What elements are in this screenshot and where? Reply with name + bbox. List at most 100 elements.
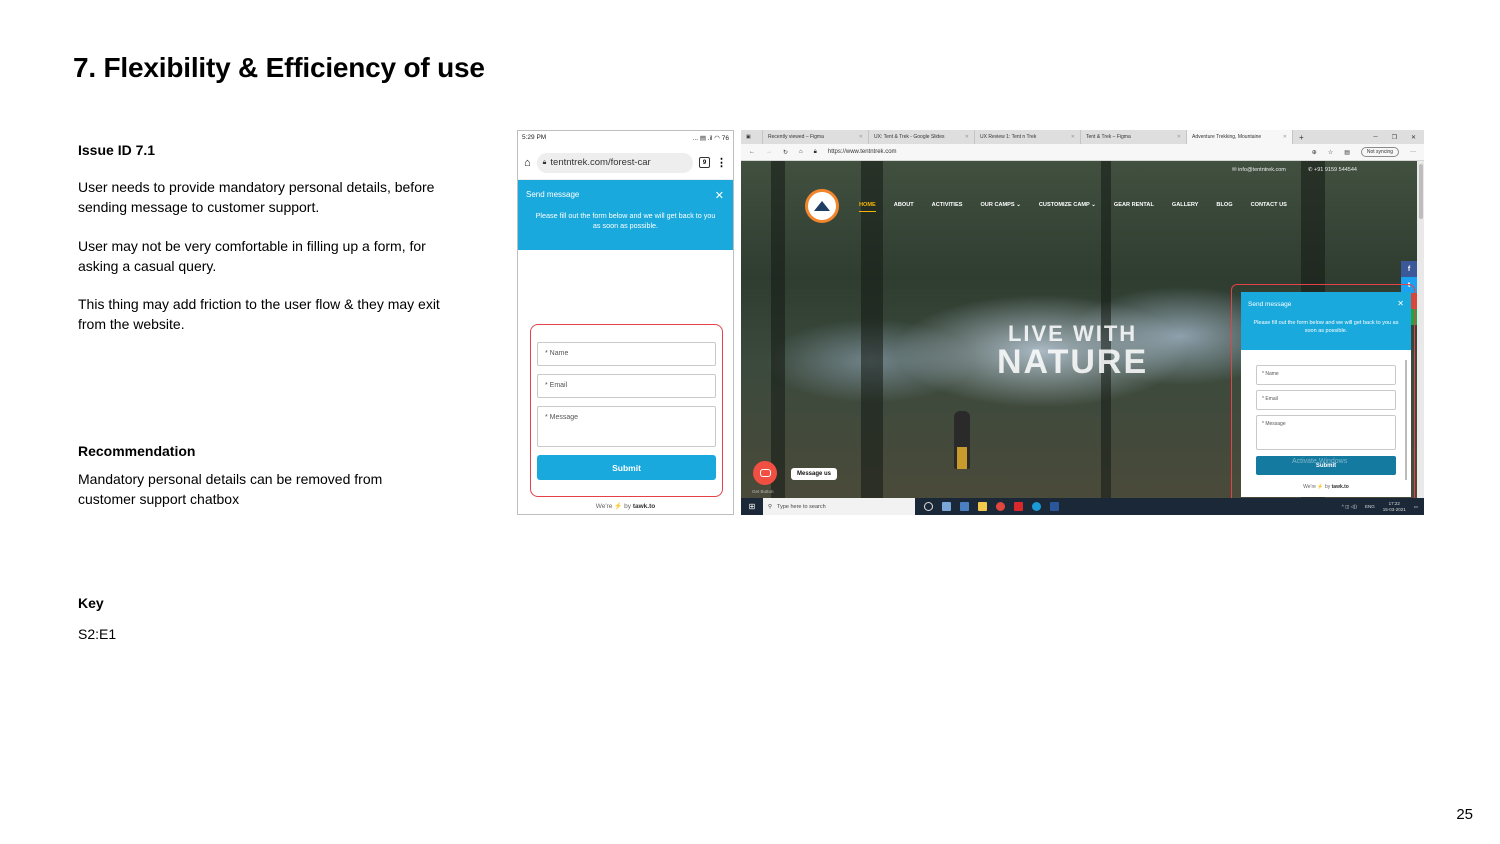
home-icon[interactable]: ⌂	[799, 149, 803, 155]
widget-scrollbar[interactable]	[1405, 360, 1407, 480]
facebook-icon[interactable]: f	[1401, 261, 1417, 277]
browser-tab[interactable]: UX: Tent & Trek - Google Slides ✕	[869, 130, 975, 144]
window-close-icon[interactable]: ✕	[1411, 134, 1416, 141]
name-field[interactable]: * Name	[1256, 365, 1396, 385]
site-logo[interactable]	[805, 189, 839, 223]
lock-icon: 🔒︎	[542, 158, 547, 166]
tab-label: UX Review 1: Tent n Trek	[980, 134, 1037, 140]
tab-count-button[interactable]: 9	[699, 157, 710, 168]
nav-blog[interactable]: BLOG	[1216, 202, 1232, 212]
more-menu-icon[interactable]: ⋮	[716, 156, 727, 169]
close-tab-icon[interactable]: ✕	[965, 134, 969, 140]
nav-customize-camp[interactable]: CUSTOMIZE CAMP ⌄	[1039, 202, 1096, 212]
nav-contact-us[interactable]: CONTACT US	[1251, 202, 1287, 212]
favorites-icon[interactable]: ☆	[1328, 149, 1333, 156]
task-view-icon[interactable]	[942, 502, 951, 511]
browser-tab-bar: ▣ Recently viewed – Figma ✕ UX: Tent & Tr…	[741, 130, 1424, 144]
site-phone[interactable]: ✆ +91 9159 544544	[1308, 167, 1357, 173]
site-email[interactable]: ✉ info@tentntrek.com	[1232, 167, 1286, 173]
message-us-pill[interactable]: Message us	[791, 468, 838, 480]
taskbar-apps	[924, 502, 1059, 511]
phone-url-text: tentntrek.com/forest-car	[550, 157, 651, 168]
back-icon[interactable]: ←	[749, 149, 755, 155]
tray-clock[interactable]: 17:22 15-03-2021	[1383, 501, 1406, 513]
new-tab-icon[interactable]: +	[1293, 130, 1310, 144]
get-button-label: Get Button	[752, 489, 774, 494]
footer-by: by	[1324, 484, 1331, 490]
desktop-chat-widget: Send message ✕ Please fill out the form …	[1241, 292, 1411, 497]
desktop-widget-form: * Name * Email * Message Activate Window…	[1241, 350, 1411, 490]
notification-icon[interactable]: ▭	[1414, 504, 1418, 510]
tray-language[interactable]: ENG	[1365, 504, 1375, 509]
app-icon[interactable]	[960, 502, 969, 511]
taskbar-search[interactable]: ⚲ Type here to search	[763, 498, 915, 515]
tawk-brand-link[interactable]: tawk.to	[633, 503, 655, 510]
browser-tab[interactable]: UX Review 1: Tent n Trek ✕	[975, 130, 1081, 144]
phone-widget-subtitle: Please fill out the form below and we wi…	[535, 211, 716, 230]
nav-about[interactable]: ABOUT	[894, 202, 914, 212]
browser-tab-active[interactable]: Adventure Trekking, Mountaine ✕	[1187, 130, 1293, 144]
nav-activities[interactable]: ACTIVITIES	[932, 202, 963, 212]
hero-text: LIVE WITH NATURE	[997, 321, 1148, 382]
nav-gear-rental[interactable]: GEAR RENTAL	[1114, 202, 1154, 212]
address-input[interactable]: https://www.tentntrek.com	[828, 149, 1301, 155]
cortana-icon[interactable]	[924, 502, 933, 511]
submit-button[interactable]: Activate Windows Submit	[1256, 456, 1396, 475]
nav-home[interactable]: HOME	[859, 202, 876, 212]
chrome-icon[interactable]	[996, 502, 1005, 511]
tab-label: Adventure Trekking, Mountaine	[1192, 134, 1262, 140]
message-field[interactable]: * Message	[1256, 415, 1396, 450]
word-icon[interactable]	[1050, 502, 1059, 511]
phone-widget-footer: We're ⚡ by tawk.to	[518, 502, 733, 510]
phone-widget-title: Send message	[526, 190, 580, 199]
minimize-icon[interactable]: ─	[1373, 134, 1377, 140]
file-explorer-icon[interactable]	[978, 502, 987, 511]
collections-icon[interactable]: ▤	[1344, 149, 1350, 156]
close-tab-icon[interactable]: ✕	[1071, 134, 1075, 140]
chat-launcher-button[interactable]	[753, 461, 777, 485]
edge-icon[interactable]	[1032, 502, 1041, 511]
window-controls: ─ ❐ ✕	[1373, 130, 1424, 144]
refresh-icon[interactable]: ↻	[783, 149, 788, 156]
browser-tab[interactable]: Recently viewed – Figma ✕	[763, 130, 869, 144]
page-scrollbar[interactable]	[1417, 161, 1424, 498]
tawk-brand-link[interactable]: tawk.to	[1332, 484, 1349, 490]
home-icon[interactable]: ⌂	[524, 157, 531, 169]
nav-gallery[interactable]: GALLERY	[1172, 202, 1199, 212]
desktop-widget-footer: We're ⚡ by tawk.to	[1256, 484, 1396, 490]
browser-address-bar: ← → ↻ ⌂ 🔒︎ https://www.tentntrek.com ⊕ ☆…	[741, 144, 1424, 161]
phone-url-field[interactable]: 🔒︎ tentntrek.com/forest-car	[536, 152, 693, 173]
tab-actions-icon[interactable]: ▣	[741, 130, 763, 144]
browser-menu-icon[interactable]: ···	[1410, 149, 1416, 155]
email-field[interactable]: * Email	[1256, 390, 1396, 410]
acrobat-icon[interactable]	[1014, 502, 1023, 511]
phone-screenshot: 5:29 PM ... ▤ .il ◠ 76 ⌂ 🔒︎ tentntrek.co…	[517, 130, 734, 515]
phone-widget-header: Send message ✕ Please fill out the form …	[518, 180, 733, 250]
maximize-icon[interactable]: ❐	[1392, 134, 1397, 141]
tab-label: Tent & Trek – Figma	[1086, 134, 1131, 140]
windows-start-icon[interactable]: ⊞	[741, 502, 763, 511]
close-tab-icon[interactable]: ✕	[1177, 134, 1181, 140]
message-field[interactable]: * Message	[537, 406, 716, 447]
bolt-icon: ⚡	[614, 503, 623, 510]
close-icon[interactable]: ✕	[1397, 299, 1404, 308]
email-field[interactable]: * Email	[537, 374, 716, 398]
footer-by: by	[624, 503, 632, 510]
not-syncing-button[interactable]: Not syncing	[1360, 147, 1399, 157]
submit-button[interactable]: Submit	[537, 455, 716, 480]
close-tab-icon[interactable]: ✕	[859, 134, 863, 140]
close-tab-icon[interactable]: ✕	[1283, 134, 1287, 140]
phone-form-highlight: * Name * Email * Message Submit	[530, 324, 723, 497]
close-icon[interactable]: ✕	[715, 189, 724, 202]
lock-icon: 🔒︎	[813, 148, 817, 155]
tray-date: 15-03-2021	[1382, 506, 1406, 512]
nav-our-camps[interactable]: OUR CAMPS ⌄	[980, 202, 1020, 212]
tray-icons[interactable]: ^ ◫ ◁))	[1342, 504, 1357, 510]
browser-tab[interactable]: Tent & Trek – Figma ✕	[1081, 130, 1187, 144]
slide: 7. Flexibility & Efficiency of use Issue…	[0, 0, 1500, 844]
name-field[interactable]: * Name	[537, 342, 716, 366]
zoom-icon[interactable]: ⊕	[1312, 149, 1317, 156]
phone-status-icons: ... ▤ .il ◠ 76	[692, 135, 729, 142]
tab-label: UX: Tent & Trek - Google Slides	[874, 134, 945, 140]
forward-icon[interactable]: →	[766, 149, 772, 155]
